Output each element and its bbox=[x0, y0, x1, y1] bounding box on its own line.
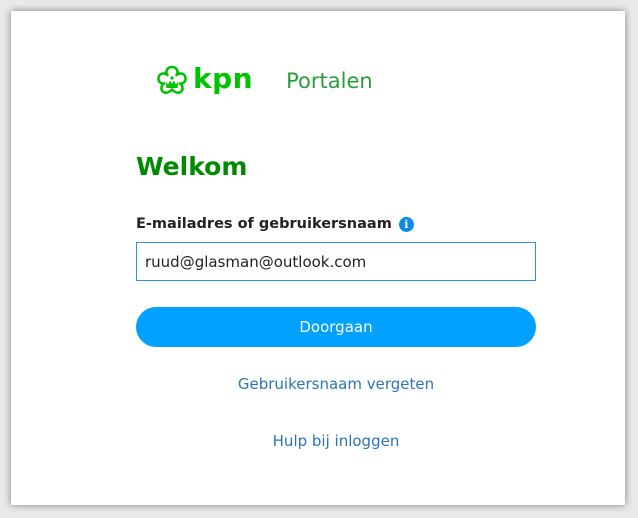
info-icon[interactable]: i bbox=[398, 216, 414, 232]
kpn-crown-icon bbox=[154, 63, 190, 99]
forgot-username-link[interactable]: Gebruikersnaam vergeten bbox=[136, 375, 536, 393]
login-help-link[interactable]: Hulp bij inloggen bbox=[136, 432, 536, 450]
page-title: Welkom bbox=[136, 152, 248, 181]
header: kpn Portalen bbox=[154, 61, 373, 101]
username-label-row: E-mailadres of gebruikersnaam i bbox=[136, 216, 414, 232]
continue-button[interactable]: Doorgaan bbox=[136, 307, 536, 347]
kpn-wordmark: kpn bbox=[193, 62, 254, 95]
login-window: kpn Portalen Welkom E-mailadres of gebru… bbox=[11, 11, 625, 505]
kpn-logo: kpn bbox=[154, 63, 253, 99]
username-label: E-mailadres of gebruikersnaam bbox=[136, 216, 392, 232]
username-input[interactable] bbox=[136, 242, 536, 281]
portal-label: Portalen bbox=[286, 68, 373, 93]
